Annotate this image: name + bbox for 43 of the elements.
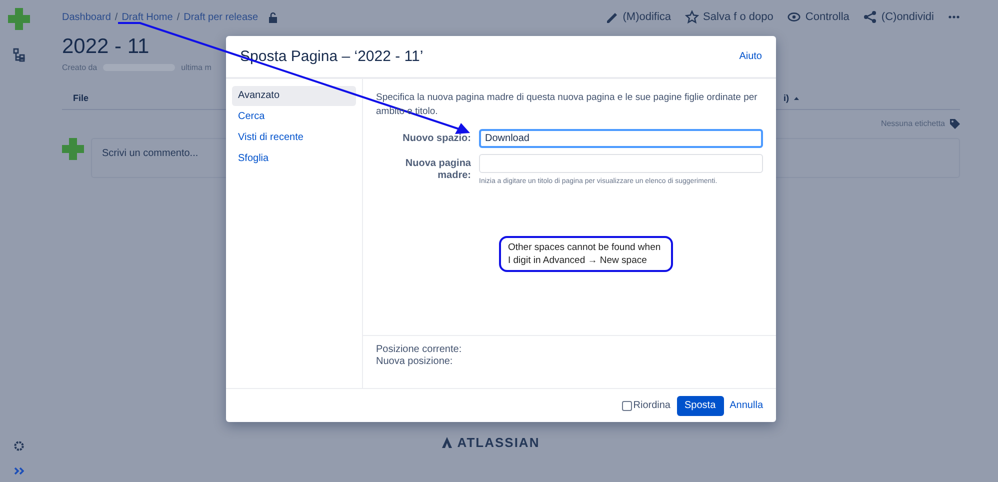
dialog-nav-tab[interactable]: Visti di recente [232, 128, 356, 148]
page-title: 2022 - 11 [62, 35, 150, 60]
dialog-nav-tab[interactable]: Cerca [232, 107, 356, 127]
share-icon [863, 10, 878, 24]
padlock-icon[interactable] [268, 12, 278, 22]
breadcrumb-separator: / [176, 12, 180, 22]
breadcrumb-separator: / [114, 12, 118, 22]
page-action-button[interactable]: (M)odifica [604, 10, 672, 24]
labels-text: Nessuna etichetta [880, 119, 945, 128]
page-tree-icon[interactable] [13, 48, 25, 62]
star-icon [685, 10, 700, 24]
sort-caret-icon [793, 96, 800, 100]
byline-text: Creato da [62, 63, 98, 72]
pencil-icon [604, 10, 619, 24]
column-header: File [73, 93, 89, 103]
eye-icon [787, 10, 802, 24]
expand-chevrons-icon[interactable] [14, 466, 24, 476]
page-action-button[interactable]: Salva f o dopo [685, 10, 774, 24]
field-label: Nuova pagina madre: [404, 157, 471, 183]
checkbox-label: Riordina [633, 400, 670, 411]
position-label: Posizione corrente: [376, 344, 462, 356]
text-field[interactable] [479, 154, 763, 173]
byline-text: ultima m [181, 63, 212, 72]
position-label: Nuova posizione: [376, 356, 454, 368]
more-icon[interactable] [948, 13, 960, 21]
settings-icon[interactable] [13, 440, 25, 452]
cancel-link[interactable]: Annulla [730, 400, 763, 411]
help-link[interactable]: Aiuto [739, 51, 762, 62]
avatar-logo-icon [62, 138, 84, 160]
atlassian-mark-icon [442, 437, 452, 448]
page-action-button[interactable]: Controlla [787, 10, 850, 24]
reorder-checkbox[interactable] [622, 400, 632, 410]
text-field[interactable]: Download [479, 129, 763, 148]
column-header[interactable]: i) [784, 93, 789, 103]
move-button[interactable]: Sposta [676, 396, 724, 416]
atlassian-logo: ATLASSIAN [442, 435, 540, 450]
dialog-nav-tab[interactable]: Avanzato [232, 86, 356, 106]
field-label: Nuovo spazio: [402, 132, 471, 146]
tag-icon[interactable] [949, 118, 960, 129]
annotation-callout: Other spaces cannot be found when I digit in Advanced → New space [499, 236, 673, 272]
dialog-nav-tab[interactable]: Sfoglia [232, 149, 356, 169]
dialog-title: Sposta Pagina – ‘2022 - 11’ [240, 48, 424, 65]
page-action-button[interactable]: (C)ondividi [863, 10, 934, 24]
